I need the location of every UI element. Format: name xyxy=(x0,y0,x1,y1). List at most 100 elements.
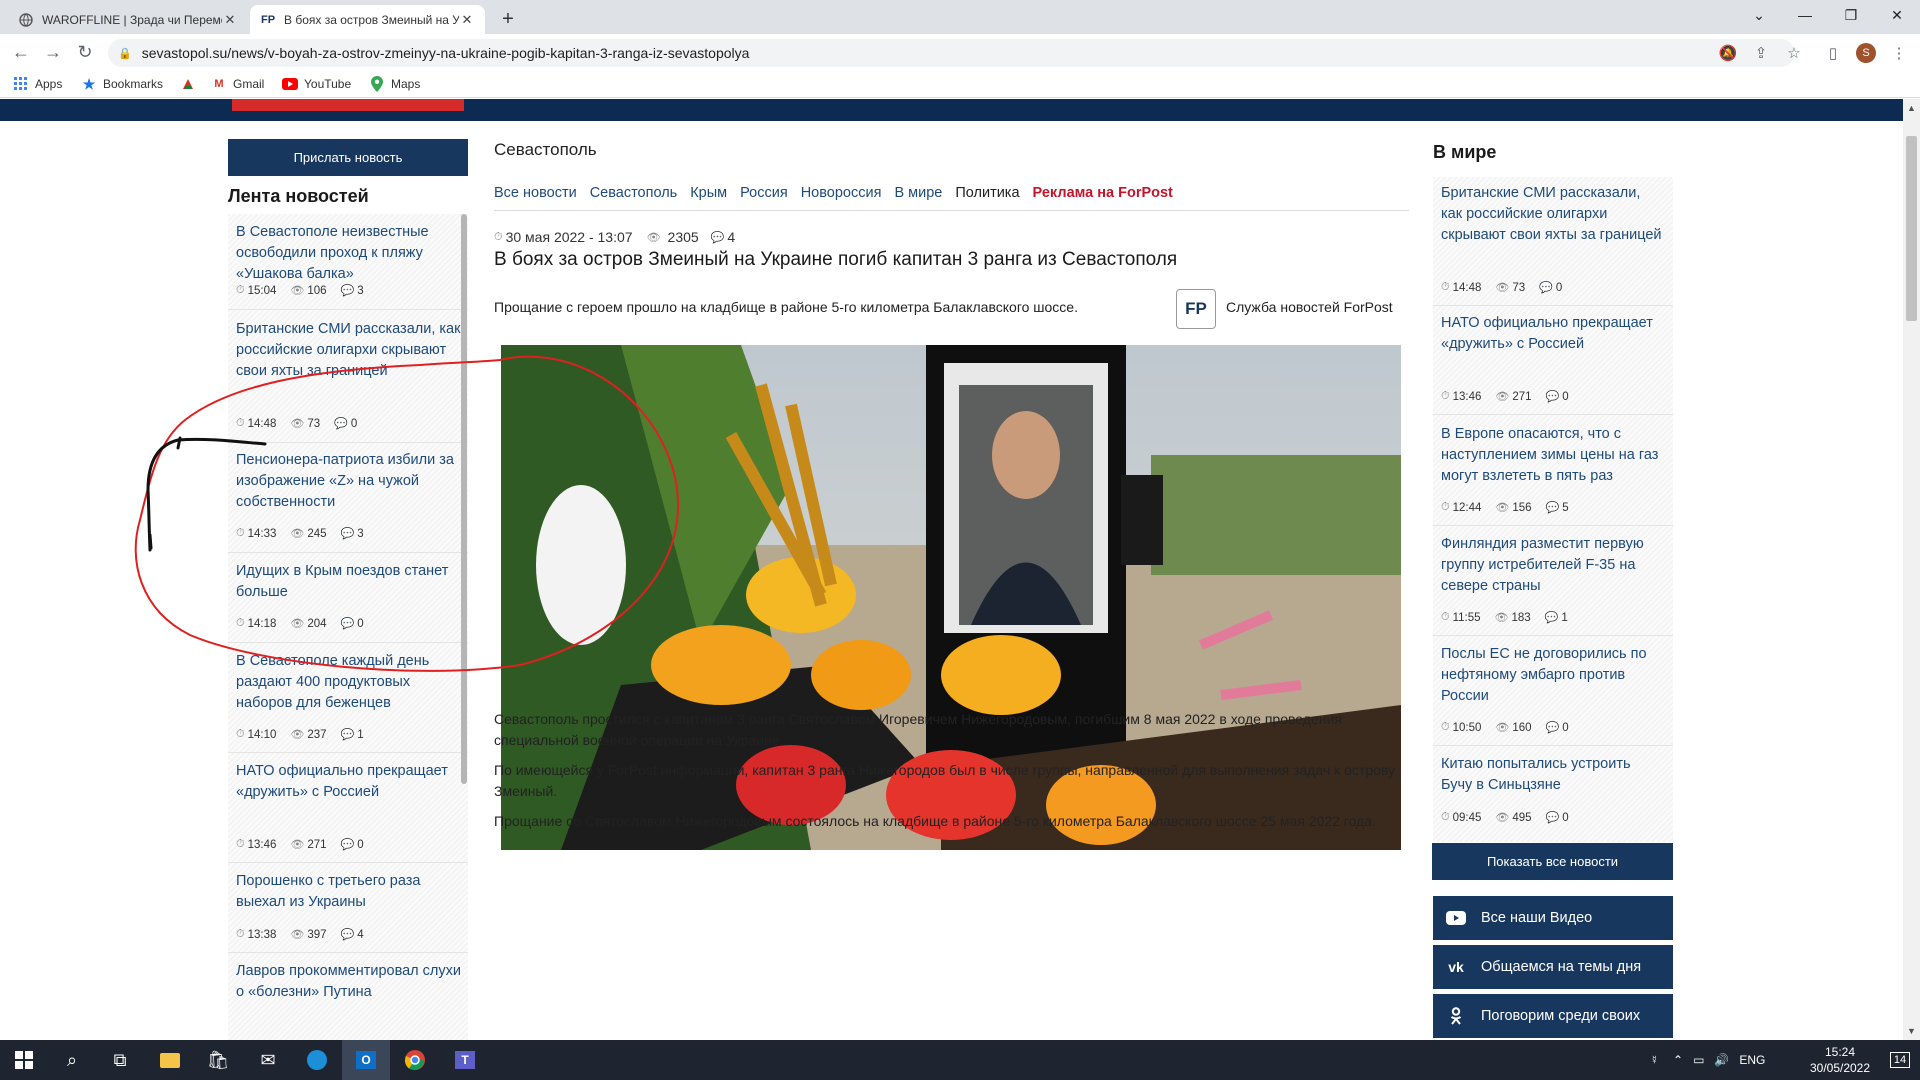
nav-advertising[interactable]: Реклама на ForPost xyxy=(1033,185,1173,208)
chevron-up-icon[interactable]: ⌃ xyxy=(1673,1053,1683,1067)
bookmark-bookmarks[interactable]: ★ Bookmarks xyxy=(81,76,163,92)
tab-waroffline[interactable]: WAROFFLINE | Зрада чи Перемо ✕ xyxy=(8,5,248,34)
article-source[interactable]: Служба новостей ForPost xyxy=(1226,299,1393,315)
back-icon[interactable]: ← xyxy=(9,40,33,64)
tab-search-icon[interactable]: ⌄ xyxy=(1736,0,1782,30)
bookmark-star-icon[interactable]: ☆ xyxy=(1782,41,1806,65)
comment-icon: 💬 xyxy=(710,231,725,244)
minimize-icon[interactable]: — xyxy=(1782,0,1828,30)
feed-item-link[interactable]: В Севастополе неизвестные освободили про… xyxy=(236,222,461,285)
new-tab-icon[interactable]: + xyxy=(496,7,520,31)
task-view-icon[interactable]: ⧉ xyxy=(96,1040,144,1080)
url-text: sevastopol.su/news/v-boyah-za-ostrov-zme… xyxy=(141,45,750,61)
bookmark-apps[interactable]: Apps xyxy=(13,76,62,92)
avatar[interactable]: S xyxy=(1856,43,1876,63)
address-bar[interactable]: 🔒 sevastopol.su/news/v-boyah-za-ostrov-z… xyxy=(108,39,1795,67)
youtube-icon xyxy=(282,76,298,92)
nav-politics[interactable]: Политика xyxy=(955,185,1019,208)
feed-item-link[interactable]: Лавров прокомментировал слухи о «болезни… xyxy=(236,961,461,1003)
eye-icon: 👁 xyxy=(290,618,305,630)
taskbar-clock[interactable]: 15:24 30/05/2022 xyxy=(1800,1044,1880,1076)
world-item-link[interactable]: НАТО официально прекращает «дружить» с Р… xyxy=(1441,313,1665,355)
share-icon[interactable]: ⇪ xyxy=(1749,41,1773,65)
show-all-news-button[interactable]: Показать все новости xyxy=(1432,843,1673,880)
divider xyxy=(228,952,468,953)
nav-all-news[interactable]: Все новости xyxy=(494,185,577,208)
feed-item-link[interactable]: В Севастополе каждый день раздают 400 пр… xyxy=(236,651,461,714)
close-tab-icon[interactable]: ✕ xyxy=(222,12,238,28)
article-comments: 4 xyxy=(727,229,736,245)
video-channel-button[interactable]: Все наши Видео xyxy=(1433,896,1673,940)
scrollbar-thumb[interactable] xyxy=(1906,136,1917,321)
feed-item-link[interactable]: Идущих в Крым поездов станет больше xyxy=(236,561,461,603)
feed-item-link[interactable]: НАТО официально прекращает «дружить» с Р… xyxy=(236,761,461,803)
close-tab-icon[interactable]: ✕ xyxy=(459,12,475,28)
people-icon[interactable]: ☿ xyxy=(1650,1053,1659,1067)
forward-icon[interactable]: → xyxy=(41,40,65,64)
nav-sevastopol[interactable]: Севастополь xyxy=(590,185,678,208)
nav-novorossiya[interactable]: Новороссия xyxy=(801,185,882,208)
scroll-up-icon[interactable]: ▲ xyxy=(1907,103,1916,113)
bookmark-site[interactable] xyxy=(180,76,202,92)
world-item-link[interactable]: Китаю попытались устроить Бучу в Синьцзя… xyxy=(1441,754,1665,796)
close-window-icon[interactable]: ✕ xyxy=(1874,0,1920,30)
notification-center-icon[interactable]: 14 xyxy=(1880,1040,1920,1080)
teams-icon[interactable]: T xyxy=(441,1040,489,1080)
eye-icon: 👁 xyxy=(290,929,305,941)
file-explorer-icon[interactable] xyxy=(146,1040,194,1080)
mail-icon[interactable]: ✉ xyxy=(244,1040,292,1080)
bookmark-gmail[interactable]: M Gmail xyxy=(211,76,264,92)
nav-crimea[interactable]: Крым xyxy=(690,185,727,208)
language-indicator[interactable]: ENG xyxy=(1739,1053,1765,1067)
reload-icon[interactable]: ↻ xyxy=(73,40,97,64)
page-scrollbar[interactable]: ▲ ▼ xyxy=(1903,99,1920,1040)
site-logo-strip xyxy=(232,99,464,111)
feed-item-link[interactable]: Британские СМИ рассказали, как российски… xyxy=(236,319,461,382)
network-icon[interactable]: ▭ xyxy=(1693,1053,1704,1067)
tab-title: WAROFFLINE | Зрада чи Перемо xyxy=(42,12,222,27)
notifications-off-icon[interactable]: 🔕 xyxy=(1716,41,1740,65)
bookmark-maps[interactable]: Maps xyxy=(369,76,420,92)
feed-item-link[interactable]: Порошенко с третьего раза выехал из Укра… xyxy=(236,871,461,913)
edge-icon[interactable] xyxy=(293,1040,341,1080)
tab-forpost[interactable]: FP В боях за остров Змеиный на У ✕ xyxy=(250,5,485,34)
site-header-band xyxy=(0,99,1903,121)
submit-news-button[interactable]: Прислать новость xyxy=(228,139,468,176)
feed-item-link[interactable]: Пенсионера-патриота избили за изображени… xyxy=(236,450,461,513)
nav-russia[interactable]: Россия xyxy=(740,185,788,208)
store-icon[interactable]: 🛍 xyxy=(194,1040,242,1080)
scroll-down-icon[interactable]: ▼ xyxy=(1907,1026,1916,1036)
world-item-link[interactable]: В Европе опасаются, что с наступлением з… xyxy=(1441,424,1665,487)
comment-icon: 💬 xyxy=(340,929,355,941)
search-icon[interactable]: ⌕ xyxy=(48,1040,96,1080)
clock-date: 30/05/2022 xyxy=(1809,1061,1871,1075)
eye-icon: 👁 xyxy=(646,231,661,244)
clock-icon: ⏱ xyxy=(236,928,245,940)
clock-icon: ⏱ xyxy=(1441,811,1450,823)
feed-item-meta: ⏱ 13:46 👁 271 💬 0 xyxy=(236,838,364,851)
divider xyxy=(494,210,1409,211)
odnoklassniki-group-button[interactable]: Поговорим среди своих xyxy=(1433,994,1673,1038)
article-meta: ⏱ 30 мая 2022 - 13:07 👁 2305 💬 4 xyxy=(494,229,735,245)
menu-dots-icon[interactable]: ⋮ xyxy=(1887,41,1911,65)
chrome-icon[interactable] xyxy=(391,1040,439,1080)
world-item-link[interactable]: Британские СМИ рассказали, как российски… xyxy=(1441,183,1665,246)
nav-world[interactable]: В мире xyxy=(894,185,942,208)
feed-scrollbar[interactable] xyxy=(461,214,467,784)
bookmark-youtube[interactable]: YouTube xyxy=(282,76,351,92)
comment-icon: 💬 xyxy=(340,729,355,741)
eye-icon: 👁 xyxy=(290,418,305,430)
side-panel-icon[interactable]: ▯ xyxy=(1821,41,1845,65)
outlook-icon[interactable]: O xyxy=(342,1040,390,1080)
world-item-link[interactable]: Послы ЕС не договорились по нефтяному эм… xyxy=(1441,644,1665,707)
world-item-link[interactable]: Финляндия разместит первую группу истреб… xyxy=(1441,534,1665,597)
comment-icon: 💬 xyxy=(1545,502,1560,514)
vk-group-button[interactable]: vk Общаемся на темы дня xyxy=(1433,945,1673,989)
windows-start-icon[interactable] xyxy=(0,1040,48,1080)
breadcrumb[interactable]: Севастополь xyxy=(494,140,597,160)
restore-icon[interactable]: ❐ xyxy=(1828,0,1874,30)
comment-icon: 💬 xyxy=(1545,722,1560,734)
bookmarks-bar: Apps ★ Bookmarks M Gmail YouTube Maps xyxy=(0,70,1920,98)
eye-icon: 👁 xyxy=(290,285,305,297)
volume-icon[interactable]: 🔊 xyxy=(1714,1053,1729,1067)
